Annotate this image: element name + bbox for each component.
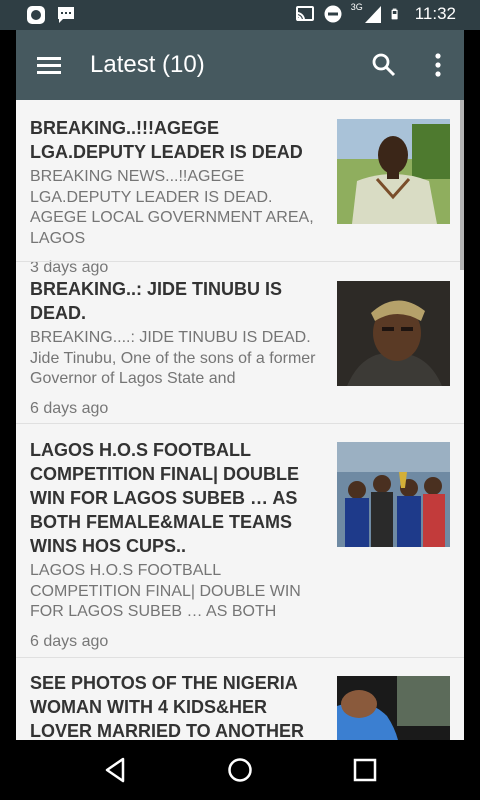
article-title: BREAKING..!!!AGEGE LGA.DEPUTY LEADER IS … [30, 118, 303, 162]
page-title: Latest (10) [90, 51, 205, 78]
system-icons: 3G 11:32 [295, 2, 456, 24]
home-icon[interactable] [225, 755, 255, 785]
network-type-label: 3G [350, 2, 363, 12]
menu-icon[interactable] [34, 51, 64, 79]
signal-icon [364, 6, 381, 23]
article-title: BREAKING..: JIDE TINUBU IS DEAD. [30, 279, 283, 323]
article-card[interactable]: LAGOS H.O.S FOOTBALL COMPETITION FINAL| … [16, 424, 464, 657]
recents-icon[interactable] [350, 755, 380, 785]
cast-icon [295, 6, 314, 21]
article-thumbnail[interactable] [337, 281, 450, 386]
article-excerpt: BREAKING....: JIDE TINUBU IS DEAD. Jide … [30, 329, 316, 387]
article-thumbnail[interactable] [337, 676, 450, 740]
message-icon [58, 7, 74, 23]
article-title: SEE PHOTOS OF THE NIGERIA WOMAN WITH 4 K… [30, 673, 305, 740]
article-text: BREAKING..!!!AGEGE LGA.DEPUTY LEADER IS … [30, 116, 326, 278]
battery-icon [391, 8, 398, 20]
do-not-disturb-icon [324, 5, 342, 23]
article-card[interactable]: BREAKING..: JIDE TINUBU IS DEAD. BREAKIN… [16, 262, 464, 423]
article-excerpt: LAGOS H.O.S FOOTBALL COMPETITION FINAL| … [30, 562, 301, 620]
article-date: 6 days ago [30, 632, 109, 650]
more-vert-icon[interactable] [424, 51, 452, 79]
article-card[interactable]: BREAKING..!!!AGEGE LGA.DEPUTY LEADER IS … [16, 100, 464, 276]
article-text: LAGOS H.O.S FOOTBALL COMPETITION FINAL| … [30, 438, 326, 652]
article-card[interactable]: SEE PHOTOS OF THE NIGERIA WOMAN WITH 4 K… [16, 658, 464, 740]
app-notification-icon [27, 6, 45, 24]
article-thumbnail[interactable] [337, 442, 450, 547]
status-bar: 3G 11:32 [0, 0, 480, 30]
article-text: SEE PHOTOS OF THE NIGERIA WOMAN WITH 4 K… [30, 671, 326, 740]
article-text: BREAKING..: JIDE TINUBU IS DEAD. BREAKIN… [30, 277, 326, 419]
notification-icons [26, 5, 76, 25]
article-list[interactable]: BREAKING..!!!AGEGE LGA.DEPUTY LEADER IS … [16, 100, 464, 740]
article-title: LAGOS H.O.S FOOTBALL COMPETITION FINAL| … [30, 440, 300, 556]
article-date: 6 days ago [30, 399, 109, 417]
app-toolbar: Latest (10) [16, 30, 464, 100]
scrollbar[interactable] [460, 100, 464, 270]
back-icon[interactable] [101, 755, 131, 785]
screen-edge-right [464, 30, 480, 740]
clock: 11:32 [414, 4, 456, 23]
navigation-bar [0, 740, 480, 800]
phone-screen: 3G 11:32 Latest (10) BREAKING..!!!AGEGE … [0, 0, 480, 800]
article-excerpt: BREAKING NEWS...!!AGEGE LGA.DEPUTY LEADE… [30, 168, 314, 247]
screen-edge-left [0, 30, 16, 740]
search-icon[interactable] [370, 51, 398, 79]
article-thumbnail[interactable] [337, 119, 450, 224]
